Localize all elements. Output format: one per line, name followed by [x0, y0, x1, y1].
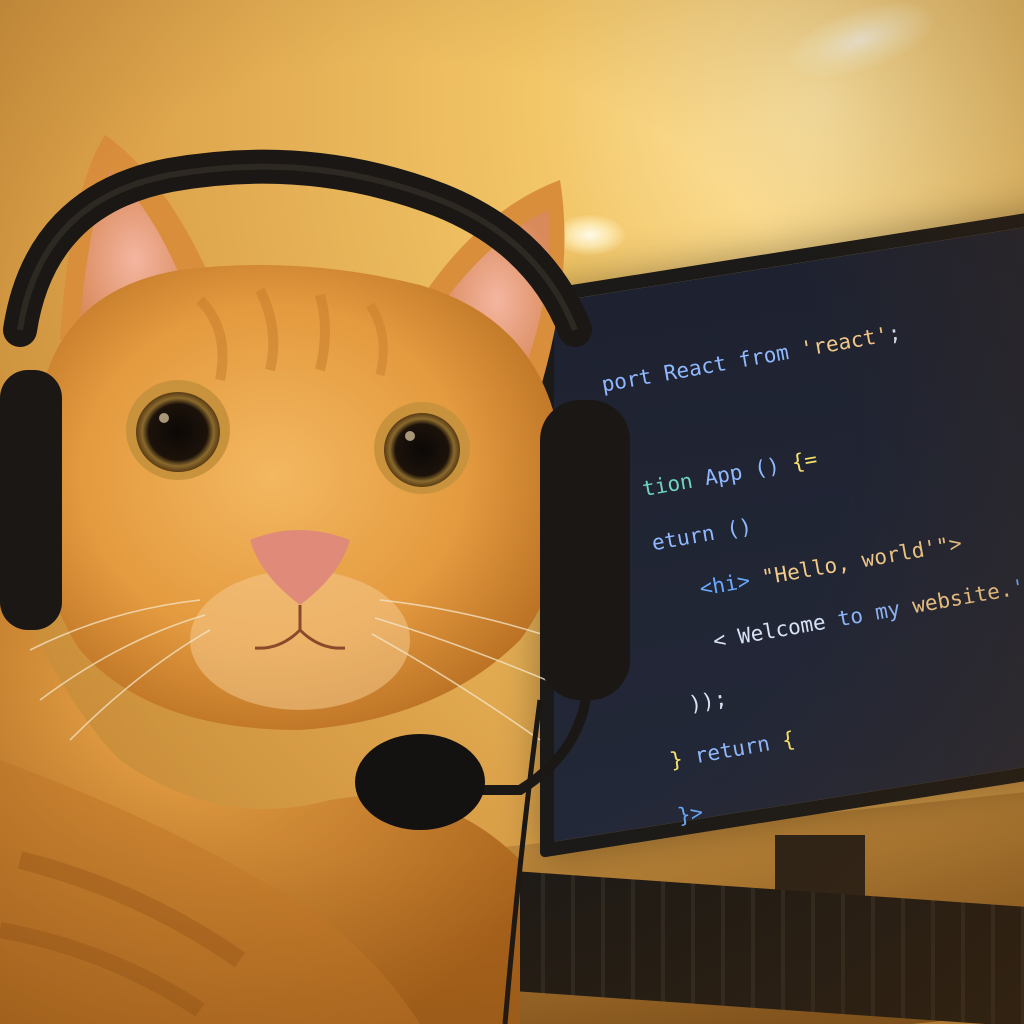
photo-scene: port React from 'react'; tion App () {= et… [0, 0, 1024, 1024]
microphone-icon [355, 734, 485, 830]
cat-with-headset [0, 135, 630, 1024]
cat-eye-left [126, 380, 230, 480]
cat-eye-right [374, 402, 470, 494]
cat-head [35, 265, 565, 730]
headset-earcup-left [0, 370, 62, 630]
